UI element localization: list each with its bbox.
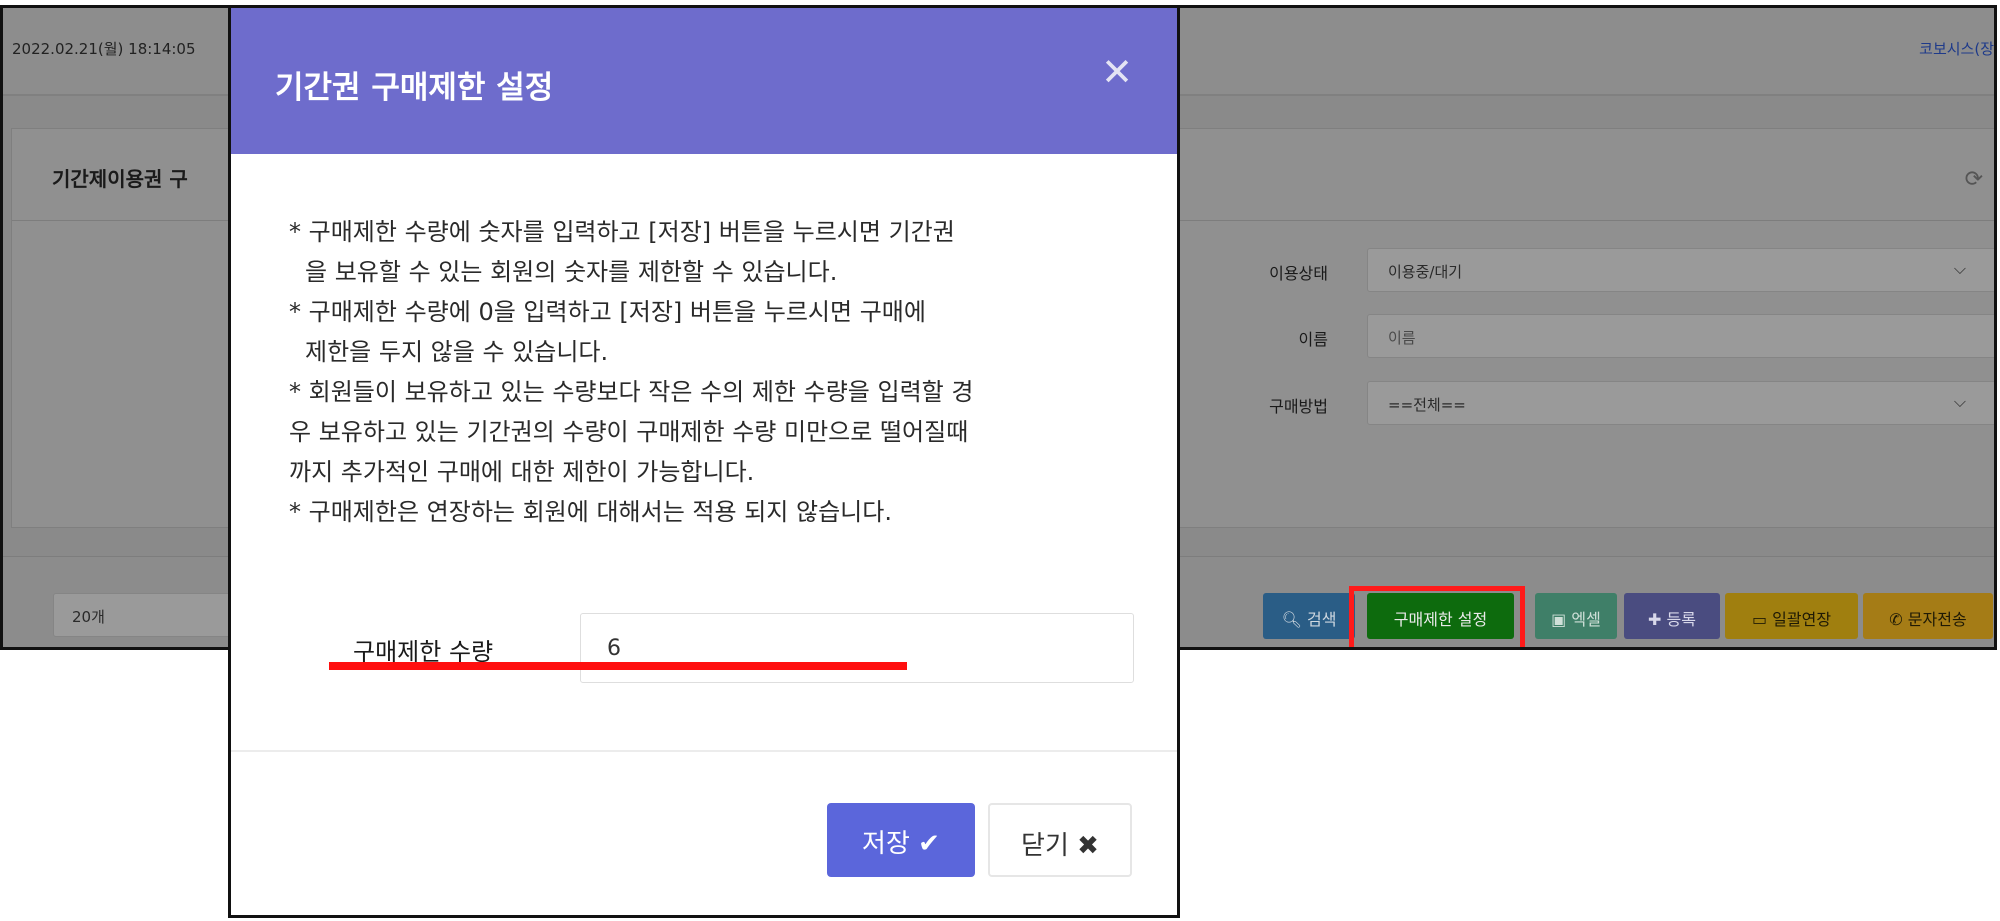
excel-icon: ▣ [1551, 610, 1567, 629]
notice-line: 을 보유할 수 있는 회원의 숫자를 제한할 수 있습니다. [305, 258, 838, 286]
purchase-method-value: ==전체== [1388, 396, 1466, 414]
quantity-input[interactable] [580, 613, 1134, 683]
bulk-extend-button-label: 일괄연장 [1772, 610, 1832, 629]
notice-line: 우 보유하고 있는 기간권의 수량이 구매제한 수량 미만으로 떨어질때 [289, 418, 969, 446]
excel-button-label: 엑셀 [1571, 610, 1601, 629]
modal-footer: 저장 ✔ 닫기 ✖ [231, 750, 1177, 915]
filter-label-purchase-method: 구매방법 [1269, 397, 1328, 416]
highlight-underline [329, 662, 907, 670]
save-button[interactable]: 저장 ✔ [827, 803, 975, 877]
panel-title: 기간제이용권 구 [52, 167, 188, 191]
modal-title: 기간권 구매제한 설정 [275, 70, 554, 106]
notice-line: * 구매제한 수량에 숫자를 입력하고 [저장] 버튼을 누르시면 기간권 [289, 218, 955, 246]
purchase-method-select[interactable]: ==전체== ⌵ [1367, 381, 1994, 425]
chevron-down-icon: ⌵ [1953, 259, 1966, 278]
close-icon[interactable]: ✕ [1101, 50, 1133, 94]
highlight-box [1349, 586, 1525, 647]
company-name: 코보시스(장 [1919, 40, 1994, 58]
sms-button[interactable]: ✆ 문자전송 [1863, 593, 1993, 639]
current-datetime: 2022.02.21(월) 18:14:05 [12, 40, 196, 58]
name-input[interactable]: 이름 [1367, 314, 1994, 358]
calendar-icon: ▭ [1751, 610, 1768, 629]
notice-line: 제한을 두지 않을 수 있습니다. [305, 338, 609, 366]
search-icon: 🔍︎ [1281, 610, 1302, 629]
notice-line: * 회원들이 보유하고 있는 수량보다 작은 수의 제한 수량을 입력할 경 [289, 378, 974, 406]
excel-button[interactable]: ▣ 엑셀 [1535, 593, 1617, 639]
refresh-icon[interactable]: ⟳ [1965, 167, 1983, 192]
bulk-extend-button[interactable]: ▭ 일괄연장 [1725, 593, 1858, 639]
purchase-limit-modal: 기간권 구매제한 설정 ✕ * 구매제한 수량에 숫자를 입력하고 [저장] 버… [228, 5, 1180, 918]
filter-label-status: 이용상태 [1269, 264, 1328, 283]
modal-header: 기간권 구매제한 설정 ✕ [231, 8, 1177, 154]
name-input-placeholder: 이름 [1388, 329, 1416, 347]
sms-button-label: 문자전송 [1907, 610, 1967, 629]
save-button-label: 저장 [862, 829, 910, 859]
close-button-label: 닫기 [1021, 831, 1069, 861]
notice-line: * 구매제한은 연장하는 회원에 대해서는 적용 되지 않습니다. [289, 498, 892, 526]
plus-icon: ✚ [1648, 610, 1662, 629]
status-select-value: 이용중/대기 [1388, 263, 1463, 281]
register-button[interactable]: ✚ 등록 [1624, 593, 1720, 639]
register-button-label: 등록 [1666, 610, 1696, 629]
close-button[interactable]: 닫기 ✖ [988, 803, 1132, 877]
close-icon: ✖ [1077, 831, 1099, 861]
check-icon: ✔ [918, 829, 940, 859]
notice-line: * 구매제한 수량에 0을 입력하고 [저장] 버튼을 누르시면 구매에 [289, 298, 926, 326]
page-size-select[interactable]: 20개 [53, 593, 243, 637]
search-button[interactable]: 🔍︎ 검색 [1263, 593, 1355, 639]
notice-line: 까지 추가적인 구매에 대한 제한이 가능합니다. [289, 458, 755, 486]
status-select[interactable]: 이용중/대기 ⌵ [1367, 248, 1994, 292]
search-button-label: 검색 [1306, 610, 1337, 629]
filter-label-name: 이름 [1298, 330, 1328, 349]
chevron-down-icon: ⌵ [1953, 392, 1966, 411]
phone-icon: ✆ [1889, 610, 1903, 629]
